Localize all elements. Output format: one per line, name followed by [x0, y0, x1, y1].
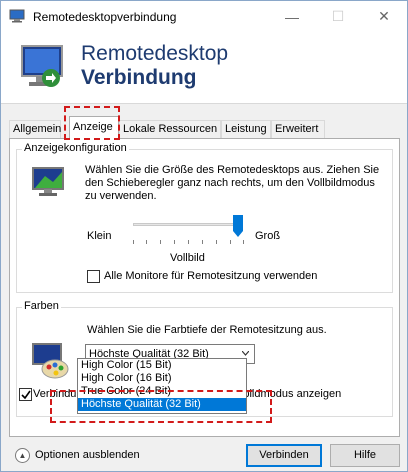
banner: Remotedesktop Verbindung	[1, 32, 407, 104]
color-palette-icon	[32, 343, 69, 379]
tab-allgemein[interactable]: Allgemein	[9, 120, 61, 138]
display-config-legend: Anzeigekonfiguration	[22, 142, 129, 154]
collapse-options-icon[interactable]: ▲	[15, 448, 30, 463]
colors-legend: Farben	[22, 300, 61, 312]
remote-desktop-monitor-icon	[21, 45, 63, 87]
all-monitors-label[interactable]: Alle Monitore für Remotesitzung verwende…	[104, 270, 317, 282]
title-bar[interactable]: Remotedesktopverbindung — ☐ ✕	[1, 1, 407, 32]
maximize-icon: ☐	[331, 8, 345, 24]
tab-anzeige[interactable]: Anzeige	[69, 116, 119, 139]
colors-description: Wählen Sie die Farbtiefe der Remotesitzu…	[87, 324, 327, 336]
tab-leistung[interactable]: Leistung	[221, 120, 271, 138]
color-depth-option[interactable]: High Color (15 Bit)	[78, 359, 246, 372]
banner-title-line1: Remotedesktop	[81, 42, 229, 65]
options-toggle-label[interactable]: Optionen ausblenden	[35, 449, 140, 461]
display-config-group: Anzeigekonfiguration Wählen Sie die Größ…	[16, 142, 393, 293]
minimize-button[interactable]: —	[269, 1, 315, 32]
display-monitor-icon	[32, 167, 64, 196]
chevron-down-icon	[242, 351, 249, 356]
display-size-slider-thumb[interactable]	[233, 215, 243, 237]
connect-button[interactable]: Verbinden	[246, 444, 322, 467]
slider-value-label: Vollbild	[170, 252, 205, 264]
slider-label-small: Klein	[87, 230, 112, 242]
window-title: Remotedesktopverbindung	[33, 10, 177, 24]
tab-erweitert[interactable]: Erweitert	[271, 120, 325, 138]
banner-title-line2: Verbindung	[81, 66, 197, 89]
connection-bar-checkbox[interactable]	[19, 388, 32, 401]
color-depth-option-selected[interactable]: Höchste Qualität (32 Bit)	[78, 398, 246, 411]
close-icon: ✕	[378, 8, 390, 24]
checkmark-icon	[21, 390, 31, 400]
remote-desktop-icon	[9, 9, 25, 23]
tab-lokale-ressourcen[interactable]: Lokale Ressourcen	[119, 120, 221, 138]
all-monitors-checkbox[interactable]	[87, 270, 100, 283]
rdp-window: Remotedesktopverbindung — ☐ ✕ Remotedesk…	[0, 0, 408, 472]
slider-ticks	[133, 240, 245, 244]
color-depth-option[interactable]: True Color (24 Bit)	[78, 385, 246, 398]
display-config-description: Wählen Sie die Größe des Remotedesktops …	[85, 164, 380, 202]
help-button[interactable]: Hilfe	[330, 444, 400, 467]
color-depth-option[interactable]: High Color (16 Bit)	[78, 372, 246, 385]
color-depth-dropdown-list: High Color (15 Bit) High Color (16 Bit) …	[77, 358, 247, 414]
close-button[interactable]: ✕	[361, 1, 407, 32]
minimize-icon: —	[285, 8, 299, 25]
maximize-button[interactable]: ☐	[315, 1, 361, 32]
slider-label-large: Groß	[255, 230, 281, 242]
display-size-slider-track[interactable]	[133, 223, 243, 226]
